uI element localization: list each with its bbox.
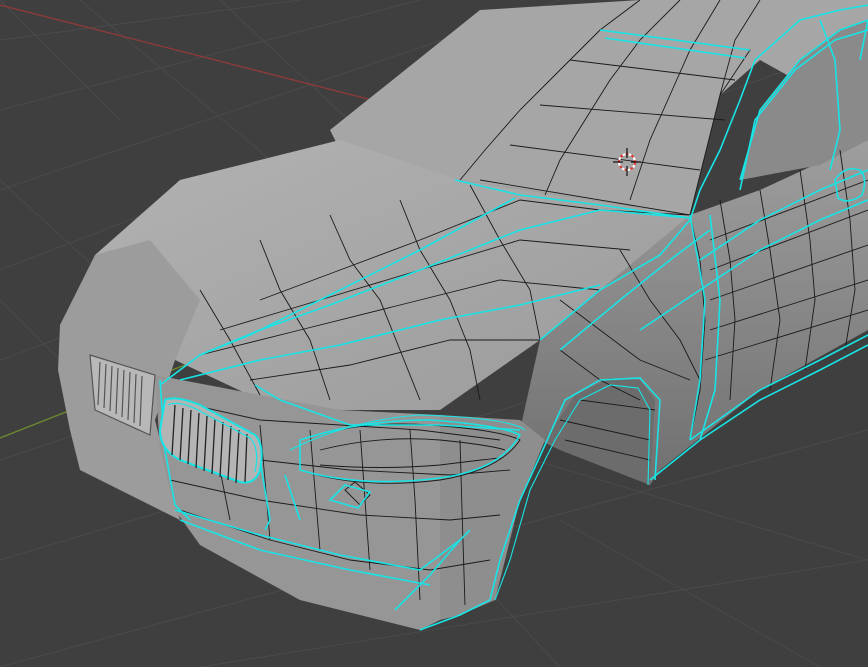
3d-viewport[interactable] <box>0 0 868 667</box>
viewport-canvas[interactable] <box>0 0 868 667</box>
x-axis-line <box>0 4 373 101</box>
